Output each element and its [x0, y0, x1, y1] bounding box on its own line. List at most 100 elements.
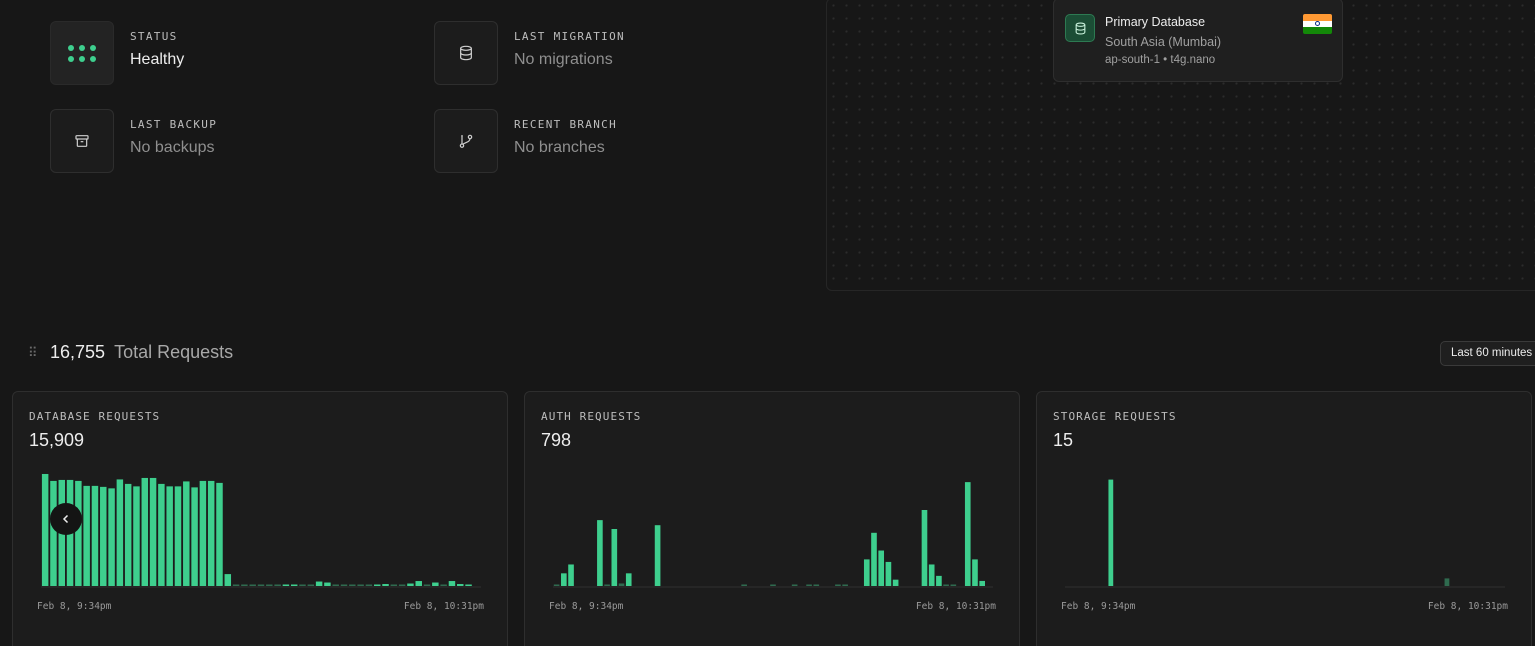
chart-bar[interactable]: [871, 532, 877, 586]
chart-bar[interactable]: [257, 584, 265, 587]
time-range-button[interactable]: Last 60 minutes: [1440, 341, 1535, 366]
chart-bar[interactable]: [432, 582, 439, 586]
recent-branch-stat[interactable]: RECENT BRANCH No branches: [434, 109, 617, 173]
india-flag-icon: [1303, 14, 1332, 34]
chart-bar[interactable]: [116, 479, 124, 586]
chart-bar[interactable]: [382, 584, 389, 586]
chart-bar[interactable]: [149, 477, 157, 586]
chart-bar[interactable]: [249, 584, 256, 587]
total-requests-label: Total Requests: [114, 342, 234, 362]
chart-bar[interactable]: [561, 573, 567, 586]
chart-bar[interactable]: [448, 581, 456, 586]
chart-bar[interactable]: [936, 575, 942, 586]
chart-bar[interactable]: [158, 483, 165, 586]
chart-bar[interactable]: [241, 584, 248, 587]
chart-bar[interactable]: [332, 584, 339, 587]
chart-bar[interactable]: [124, 483, 132, 586]
chart-bar[interactable]: [315, 581, 323, 586]
chart-bar[interactable]: [174, 486, 182, 586]
primary-database-card[interactable]: Primary Database South Asia (Mumbai) ap-…: [1053, 0, 1343, 82]
last-backup-stat[interactable]: LAST BACKUP No backups: [50, 109, 217, 173]
chart-bar[interactable]: [423, 584, 431, 587]
chart-bar[interactable]: [885, 561, 892, 586]
chart-bar[interactable]: [83, 485, 90, 586]
database-requests-card[interactable]: DATABASE REQUESTS 15,909 Feb 8, 9:34pm F…: [12, 391, 508, 646]
chart-bar[interactable]: [972, 559, 978, 586]
chart-bar[interactable]: [166, 486, 173, 586]
chart-bar[interactable]: [842, 584, 848, 587]
chart-bar[interactable]: [921, 510, 928, 586]
chart-bar[interactable]: [1444, 578, 1450, 586]
chart-bar[interactable]: [597, 520, 603, 586]
database-icon: [434, 21, 498, 85]
chart-bar[interactable]: [91, 485, 99, 586]
database-requests-chart[interactable]: [41, 470, 481, 588]
chart-bar[interactable]: [324, 582, 331, 586]
chart-bar[interactable]: [108, 488, 115, 586]
chart-bar[interactable]: [928, 564, 935, 586]
chart-bar[interactable]: [465, 584, 472, 587]
chart-bar[interactable]: [568, 564, 574, 586]
chevron-left-icon[interactable]: [50, 503, 82, 535]
chart-bar[interactable]: [207, 480, 215, 586]
card-total: 15,909: [29, 430, 85, 450]
chart-bar[interactable]: [950, 584, 957, 587]
chart-bar[interactable]: [50, 480, 57, 586]
chart-bar[interactable]: [892, 579, 899, 586]
storage-requests-chart[interactable]: [1065, 470, 1505, 588]
chart-bar[interactable]: [863, 559, 870, 586]
chart-bar[interactable]: [1108, 479, 1114, 586]
chart-bar[interactable]: [307, 584, 315, 587]
chart-bar[interactable]: [407, 583, 414, 586]
drag-handle-icon[interactable]: ⠿: [28, 346, 42, 359]
chart-bar[interactable]: [813, 584, 820, 587]
chart-bar[interactable]: [791, 584, 798, 587]
chart-bar[interactable]: [75, 480, 82, 586]
chart-bar[interactable]: [266, 584, 273, 587]
chart-bar[interactable]: [365, 584, 373, 587]
auth-requests-card[interactable]: AUTH REQUESTS 798 Feb 8, 9:34pm Feb 8, 1…: [524, 391, 1020, 646]
chart-bar[interactable]: [191, 487, 198, 586]
chart-bar[interactable]: [806, 584, 812, 587]
chart-bar[interactable]: [770, 584, 776, 587]
last-migration-stat[interactable]: LAST MIGRATION No migrations: [434, 21, 625, 85]
chart-bar[interactable]: [141, 477, 149, 586]
chart-bar[interactable]: [611, 529, 618, 586]
chart-bar[interactable]: [390, 584, 398, 587]
chart-bar[interactable]: [625, 573, 632, 586]
chart-bar[interactable]: [835, 584, 841, 587]
chart-bar[interactable]: [349, 584, 356, 587]
chart-bar[interactable]: [979, 580, 985, 586]
status-dots-icon: [50, 21, 114, 85]
storage-requests-card[interactable]: STORAGE REQUESTS 15 Feb 8, 9:34pm Feb 8,…: [1036, 391, 1532, 646]
chart-bar[interactable]: [604, 584, 610, 587]
chart-bar[interactable]: [964, 482, 971, 586]
chart-bar[interactable]: [654, 525, 661, 586]
chart-bar[interactable]: [878, 550, 885, 586]
chart-bar[interactable]: [415, 581, 422, 586]
chart-bar[interactable]: [216, 482, 223, 586]
chart-bar[interactable]: [232, 584, 240, 587]
chart-bar[interactable]: [618, 583, 625, 586]
chart-bar[interactable]: [133, 486, 140, 586]
chart-bar[interactable]: [553, 584, 560, 587]
chart-bar[interactable]: [199, 480, 207, 586]
chart-bar[interactable]: [183, 481, 190, 586]
chart-bar[interactable]: [457, 584, 464, 586]
chart-bar[interactable]: [373, 584, 381, 587]
archive-icon: [50, 109, 114, 173]
chart-bar[interactable]: [100, 486, 107, 586]
chart-bar[interactable]: [290, 584, 298, 587]
chart-bar[interactable]: [398, 584, 406, 587]
chart-bar[interactable]: [741, 584, 747, 587]
chart-bar[interactable]: [224, 574, 232, 586]
chart-bar[interactable]: [282, 584, 290, 587]
chart-bar[interactable]: [299, 584, 306, 587]
chart-bar[interactable]: [340, 584, 348, 587]
chart-bar[interactable]: [357, 584, 364, 587]
chart-bar[interactable]: [943, 584, 949, 587]
chart-bar[interactable]: [274, 584, 281, 587]
auth-requests-chart[interactable]: [553, 470, 993, 588]
chart-bar[interactable]: [440, 584, 447, 587]
chart-bar[interactable]: [41, 473, 49, 586]
